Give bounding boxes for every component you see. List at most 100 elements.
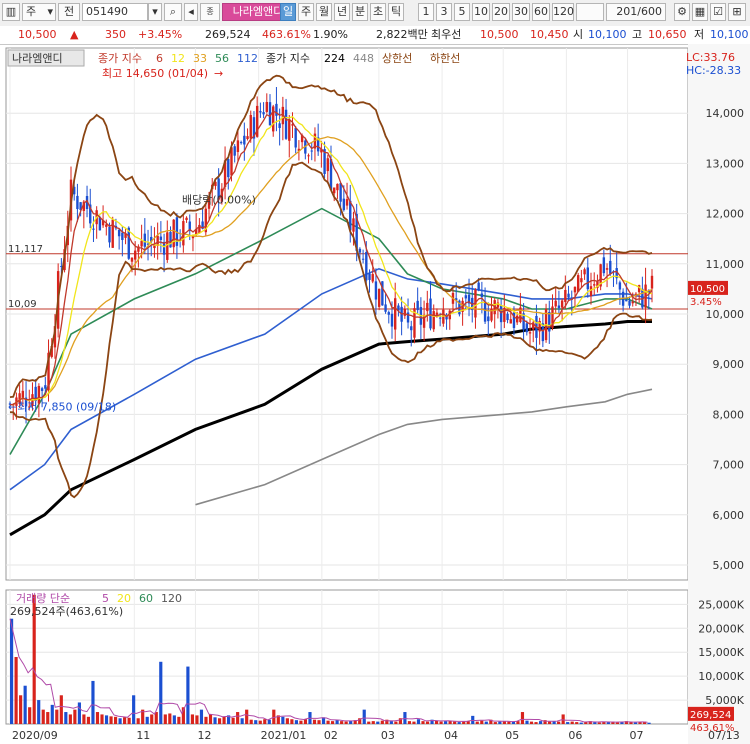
chart-area[interactable]: 14,000 13,000 12,000 11,000 10,000 9,000 8,000… <box>0 44 750 744</box>
candle-body <box>284 109 288 139</box>
count-total: /600 <box>637 5 662 18</box>
period-button[interactable]: 일 <box>280 3 296 21</box>
quote-bar: 10,500 ▲ 350 +3.45% 269,524 463.61% 1.90… <box>0 26 750 45</box>
candle-body <box>143 233 147 247</box>
current-price: 10,500 <box>18 28 57 41</box>
period-value-input[interactable] <box>576 3 604 21</box>
candle-body <box>365 252 368 281</box>
volume-bar <box>28 707 32 724</box>
interval-button[interactable]: 10 <box>472 3 490 21</box>
volume-bar <box>127 717 131 724</box>
chart-window: ▥ 주 ▾ 전 051490 ▾ ⌕ ◂ 종 나라엠앤디 201/600 ⚙ ▦ … <box>0 0 750 744</box>
volume-bar <box>240 718 244 724</box>
candle-body <box>133 250 137 260</box>
market-select[interactable]: 전 <box>58 3 80 21</box>
candle-body <box>358 248 362 253</box>
candle-body <box>573 286 577 293</box>
candle-body <box>480 293 484 298</box>
grid-icon[interactable]: ⊞ <box>728 3 746 21</box>
volume-bar <box>462 721 466 724</box>
low-label: 저 <box>694 28 705 41</box>
volume-bar <box>633 722 638 724</box>
legend-period: 112 <box>237 52 258 65</box>
candle-body <box>564 289 567 302</box>
candle-body <box>333 187 336 194</box>
period-button[interactable]: 년 <box>334 3 350 21</box>
candle-body <box>583 269 586 275</box>
x-tick-label: 2020/09 <box>12 729 58 742</box>
period-button[interactable]: 월 <box>316 3 332 21</box>
x-tick-label: 2021/01 <box>261 729 307 742</box>
volume-bar <box>118 718 122 724</box>
interval-button[interactable]: 30 <box>512 3 530 21</box>
layout-icon[interactable]: ▥ <box>2 3 20 21</box>
volume-bar <box>86 716 91 724</box>
candle-body <box>426 302 429 312</box>
period-button[interactable]: 틱 <box>388 3 404 21</box>
volume-bar <box>23 685 27 724</box>
volume-bar <box>249 719 253 724</box>
candle-body <box>185 217 188 221</box>
high-price: 10,650 <box>648 28 687 41</box>
volume-bar <box>403 712 407 724</box>
volume-bar <box>290 719 294 724</box>
count-input[interactable]: 201/600 <box>606 3 666 21</box>
volume-bar <box>19 695 23 724</box>
volume-tag-value: 269,524 <box>690 710 731 721</box>
y-axis-area <box>688 44 750 744</box>
interval-button[interactable]: 60 <box>532 3 550 21</box>
volume-legend-period: 20 <box>117 592 131 605</box>
volume-bar <box>493 722 497 724</box>
trade-amount: 2,822백만 <box>376 28 428 41</box>
candle-body <box>108 226 111 243</box>
type-select[interactable]: 주 ▾ <box>22 3 56 21</box>
volume-y-tick-label: 5,000K <box>705 694 744 707</box>
count-value: 201 <box>616 5 638 18</box>
table-icon[interactable]: ▦ <box>692 3 708 21</box>
candle-body <box>159 236 163 240</box>
candle-body <box>628 300 631 306</box>
search-icon[interactable]: ⌕ <box>164 3 182 21</box>
candle-body <box>576 275 580 292</box>
volume-current: 269,524주(463,61%) <box>10 605 123 618</box>
interval-button[interactable]: 120 <box>552 3 574 21</box>
stock-code-input[interactable]: 051490 <box>82 3 148 21</box>
volume-bar <box>64 712 68 724</box>
turnover-pct: 1.90% <box>313 28 348 41</box>
chevron-down-icon[interactable]: ▾ <box>148 3 162 21</box>
candle-body <box>336 183 339 191</box>
speaker-icon[interactable]: ◂ <box>184 3 198 21</box>
volume-bar <box>68 714 72 724</box>
volume-bar <box>150 714 154 724</box>
candle-body <box>272 106 275 132</box>
ask-price: 10,500 <box>480 28 519 41</box>
candle-body <box>384 304 387 312</box>
settings-icon[interactable]: ⚙ <box>674 3 690 21</box>
candle-body <box>580 278 583 283</box>
candle-body <box>528 332 532 334</box>
y-tick-label: 7,000 <box>713 459 745 472</box>
candle-body <box>506 313 509 321</box>
period-button[interactable]: 초 <box>370 3 386 21</box>
interval-button[interactable]: 3 <box>436 3 452 21</box>
candle-body <box>499 305 503 323</box>
low-price: 10,100 <box>710 28 749 41</box>
interval-button[interactable]: 1 <box>418 3 434 21</box>
interval-button[interactable]: 20 <box>492 3 510 21</box>
volume-bar <box>59 695 63 724</box>
volume-bar <box>168 713 172 724</box>
line-label-lower: 10,09 <box>8 299 37 310</box>
checkbox-icon[interactable]: ☑ <box>710 3 726 21</box>
period-button[interactable]: 주 <box>298 3 314 21</box>
volume-bar <box>647 722 651 724</box>
volume-bar <box>344 721 348 724</box>
legend-period: 12 <box>171 52 185 65</box>
interval-button[interactable]: 5 <box>454 3 470 21</box>
volume-bar <box>303 719 308 724</box>
candle-body <box>233 146 236 156</box>
volume-bar <box>453 721 457 724</box>
volume-bar <box>498 721 502 724</box>
up-arrow-icon: ▲ <box>70 28 79 41</box>
period-button[interactable]: 분 <box>352 3 368 21</box>
candle-body <box>227 159 230 178</box>
